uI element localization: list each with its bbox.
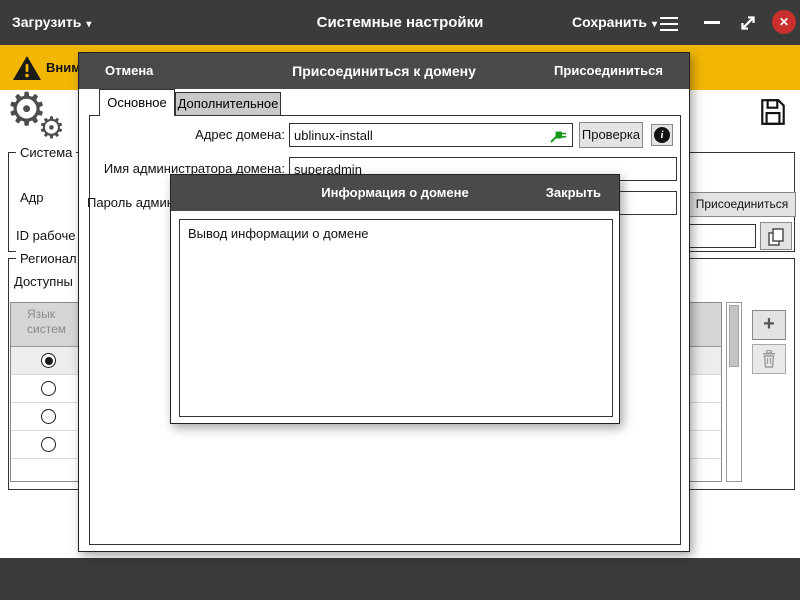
info-dialog-header: Информация о домене Закрыть xyxy=(171,175,619,211)
close-icon: ✕ xyxy=(779,15,789,29)
language-radio[interactable] xyxy=(41,409,56,424)
table-scrollbar[interactable] xyxy=(726,302,742,482)
save-file-button[interactable] xyxy=(758,97,788,132)
domain-info-output[interactable]: Вывод информации о домене xyxy=(179,219,613,417)
tab-basic[interactable]: Основное xyxy=(99,89,175,116)
floppy-icon xyxy=(758,97,788,127)
scrollbar-thumb[interactable] xyxy=(729,305,739,367)
chevron-down-icon: ▾ xyxy=(652,19,657,30)
header-line2: систем xyxy=(27,322,66,336)
language-radio[interactable] xyxy=(41,381,56,396)
domain-info-dialog: Информация о домене Закрыть Вывод информ… xyxy=(170,174,620,424)
close-button[interactable]: ✕ xyxy=(772,10,796,34)
copy-id-button[interactable] xyxy=(760,222,792,250)
domain-info-button[interactable]: i xyxy=(651,124,673,146)
minimize-button[interactable] xyxy=(704,21,720,24)
warning-icon xyxy=(12,55,42,86)
language-radio[interactable] xyxy=(41,437,56,452)
language-radio[interactable] xyxy=(41,353,56,368)
join-confirm-button[interactable]: Присоединиться xyxy=(554,53,663,89)
gear-icon: ⚙ xyxy=(38,114,65,144)
minimize-icon xyxy=(704,21,720,24)
header-line1: Язык xyxy=(27,307,55,321)
add-language-button[interactable]: + xyxy=(752,310,786,340)
bottom-bar xyxy=(0,558,800,600)
join-domain-button[interactable]: Присоединиться xyxy=(688,192,796,217)
check-button[interactable]: Проверка xyxy=(579,122,643,148)
window-title: Системные настройки xyxy=(0,0,800,45)
domain-address-label: Адрес домена: xyxy=(99,123,285,147)
available-languages-label: Доступны xyxy=(14,274,73,289)
save-menu-label: Сохранить xyxy=(572,14,647,30)
save-menu-button[interactable]: Сохранить ▾ xyxy=(572,0,657,47)
info-icon: i xyxy=(654,127,670,143)
menu-icon[interactable] xyxy=(660,13,678,35)
expand-icon xyxy=(738,13,758,33)
join-dialog-header: Отмена Присоединиться к домену Присоедин… xyxy=(79,53,689,89)
delete-language-button[interactable] xyxy=(752,344,786,374)
connection-plug-icon xyxy=(549,126,567,149)
fullscreen-button[interactable] xyxy=(738,13,758,38)
copy-icon xyxy=(766,227,786,247)
system-group-legend: Система xyxy=(16,145,76,160)
info-close-button[interactable]: Закрыть xyxy=(546,175,601,211)
titlebar: Загрузить▾ Системные настройки Сохранить… xyxy=(0,0,800,45)
domain-address-input[interactable] xyxy=(289,123,573,147)
regional-group-legend: Регионал xyxy=(16,251,81,266)
trash-icon xyxy=(761,350,777,368)
tab-advanced[interactable]: Дополнительное xyxy=(175,92,281,116)
workstation-id-label: ID рабоче xyxy=(16,228,75,243)
admin-password-label: Пароль админ xyxy=(87,191,174,215)
address-label: Адр xyxy=(20,190,44,205)
